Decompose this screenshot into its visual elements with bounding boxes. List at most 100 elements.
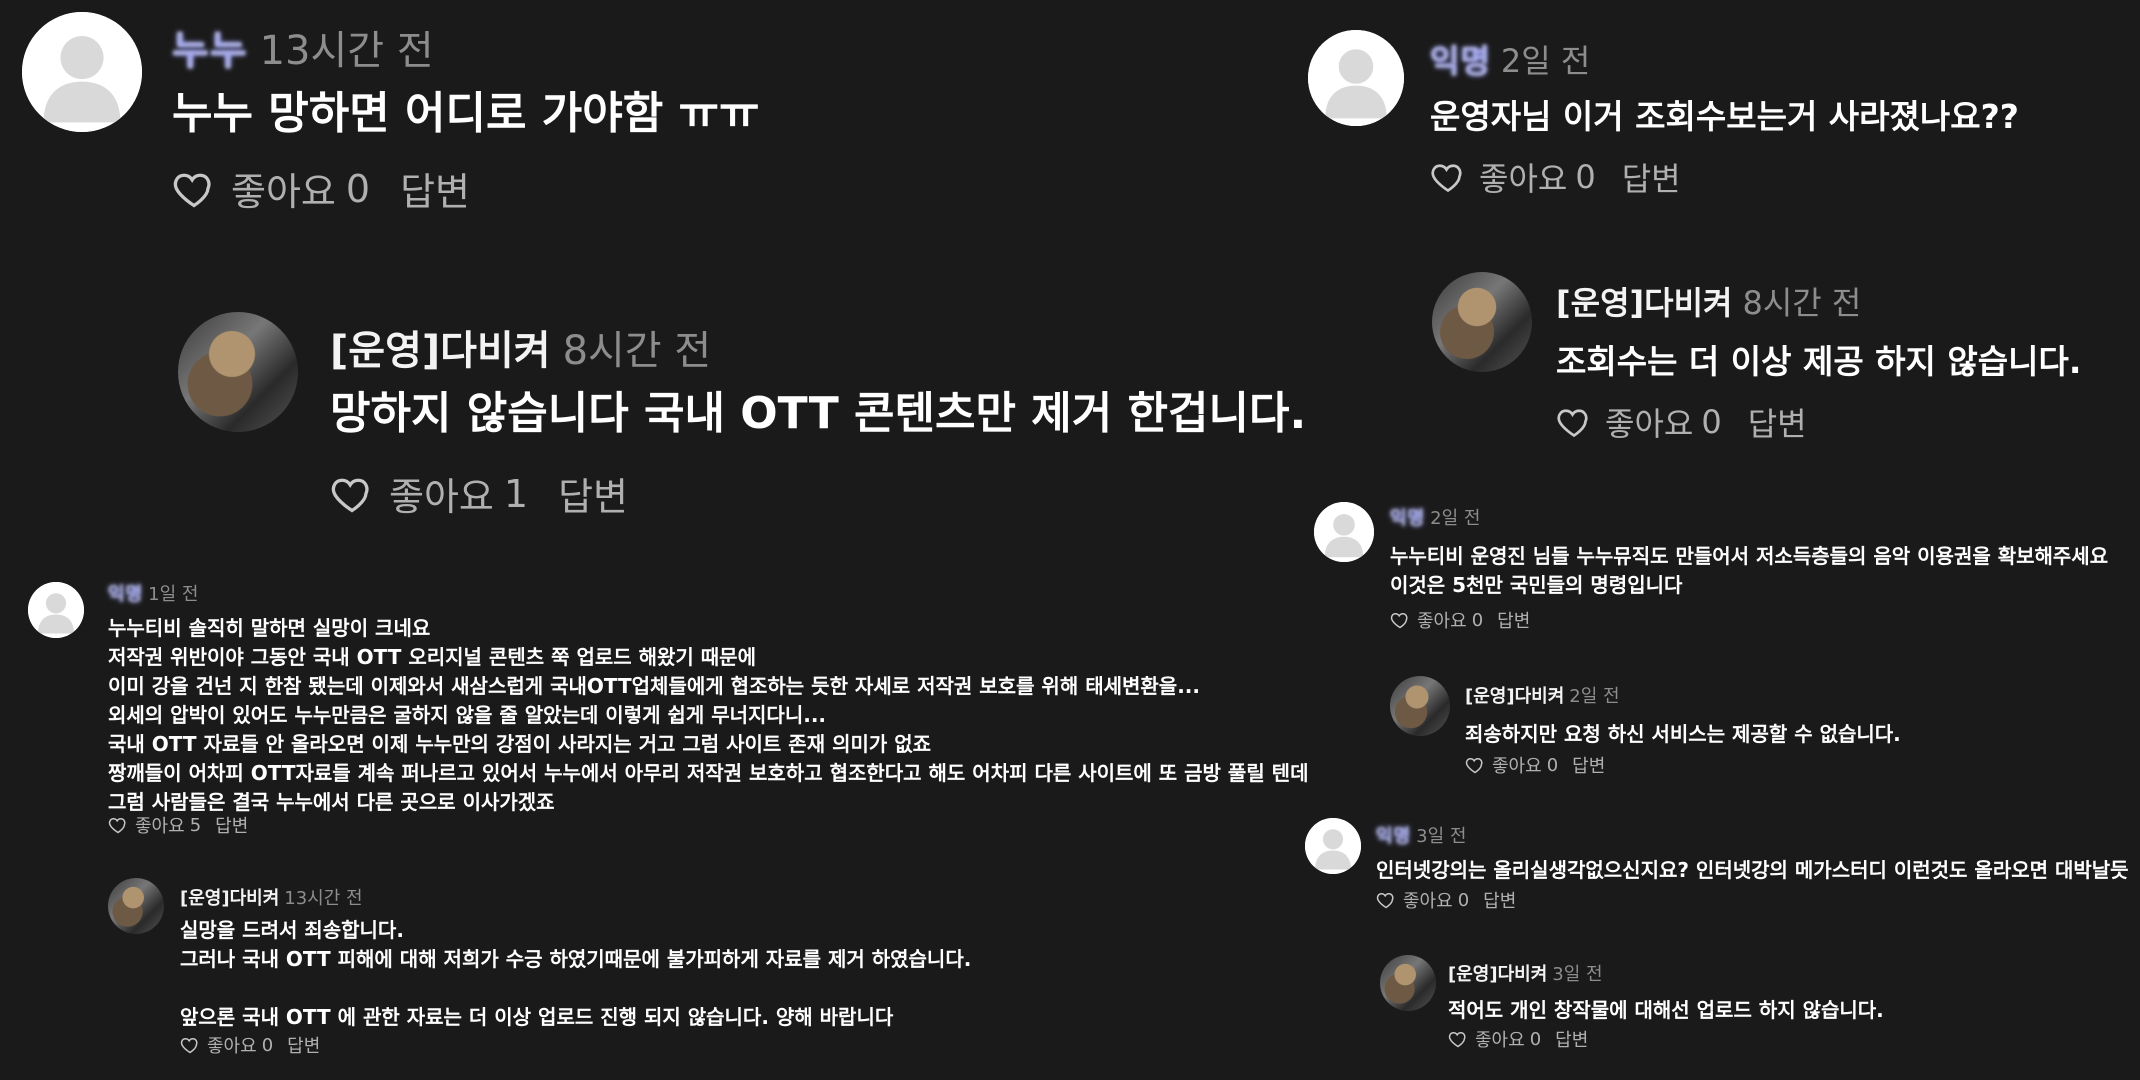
author-name[interactable]: [운영]다비켜 bbox=[330, 318, 551, 376]
avatar[interactable] bbox=[1305, 818, 1361, 874]
like-label: 좋아요 bbox=[389, 475, 494, 519]
comment-line: 적어도 개인 창작물에 대해선 업로드 하지 않습니다. bbox=[1448, 998, 1884, 1022]
reply-button[interactable]: 답변 bbox=[558, 466, 628, 521]
avatar[interactable] bbox=[108, 878, 164, 934]
comment-header: 누누 13시간 전 bbox=[172, 18, 434, 76]
author-name[interactable]: 익명 bbox=[1390, 504, 1425, 530]
comment-line: 누누티비 솔직히 말하면 실망이 크네요 bbox=[108, 616, 431, 640]
like-label: 좋아요 bbox=[1479, 160, 1568, 198]
author-name[interactable]: [운영]다비켜 bbox=[1465, 682, 1564, 708]
author-name[interactable]: 익명 bbox=[1430, 36, 1491, 82]
comment-header: 익명 3일 전 bbox=[1376, 822, 1466, 848]
reply-button[interactable]: 답변 bbox=[400, 161, 470, 216]
author-name[interactable]: [운영]다비켜 bbox=[1448, 960, 1547, 986]
reply-button[interactable]: 답변 bbox=[1748, 399, 1807, 445]
comment-text: 적어도 개인 창작물에 대해선 업로드 하지 않습니다. bbox=[1448, 996, 1884, 1025]
like-button[interactable]: 좋아요 0 bbox=[1465, 752, 1558, 778]
avatar[interactable] bbox=[1314, 502, 1374, 562]
reply-button[interactable]: 답변 bbox=[1483, 887, 1516, 913]
author-name[interactable]: 익명 bbox=[108, 580, 143, 606]
reply-button[interactable]: 답변 bbox=[287, 1032, 320, 1058]
like-label: 좋아요 bbox=[1417, 611, 1467, 632]
heart-icon bbox=[180, 1035, 200, 1055]
author-name[interactable]: 누누 bbox=[172, 18, 248, 76]
like-button[interactable]: 좋아요 5 bbox=[108, 812, 201, 838]
comment-line bbox=[180, 974, 971, 1003]
reply-button[interactable]: 답변 bbox=[1555, 1026, 1588, 1052]
comment-header: 익명 2일 전 bbox=[1430, 36, 1590, 82]
comment-header: [운영]다비켜 8시간 전 bbox=[330, 318, 711, 376]
like-button[interactable]: 좋아요 0 bbox=[180, 1032, 273, 1058]
comment-actions: 좋아요 0 답변 bbox=[180, 1032, 320, 1058]
timestamp: 8시간 전 bbox=[562, 328, 712, 374]
like-count: 0 bbox=[1701, 403, 1722, 441]
timestamp: 3일 전 bbox=[1416, 826, 1467, 847]
comment-actions: 좋아요 0 답변 bbox=[1465, 752, 1605, 778]
timestamp: 13시간 전 bbox=[284, 888, 363, 909]
avatar[interactable] bbox=[1380, 955, 1436, 1011]
avatar[interactable] bbox=[28, 582, 84, 638]
avatar[interactable] bbox=[1390, 676, 1450, 736]
heart-icon bbox=[172, 167, 216, 211]
like-count: 0 bbox=[345, 166, 371, 211]
comment-actions: 좋아요 0 답변 bbox=[1390, 607, 1530, 633]
like-button[interactable]: 좋아요 0 bbox=[1376, 887, 1469, 913]
reply-button[interactable]: 답변 bbox=[1622, 154, 1681, 200]
reply-button[interactable]: 답변 bbox=[215, 812, 248, 838]
timestamp: 2일 전 bbox=[1569, 686, 1620, 707]
comment-line: 누누 망하면 어디로 가야함 ㅠㅠ bbox=[172, 88, 760, 139]
comment-line: 국내 OTT 자료들 안 올라오면 이제 누누만의 강점이 사라지는 거고 그럼… bbox=[108, 732, 932, 756]
like-label: 좋아요 bbox=[1403, 891, 1453, 912]
like-button[interactable]: 좋아요 0 bbox=[1430, 154, 1596, 200]
comment-actions: 좋아요 0 답변 bbox=[1556, 399, 1807, 445]
like-button[interactable]: 좋아요 1 bbox=[330, 466, 528, 521]
comment-line: 앞으론 국내 OTT 에 관한 자료는 더 이상 업로드 진행 되지 않습니다.… bbox=[180, 1005, 894, 1029]
reply-button[interactable]: 답변 bbox=[1572, 752, 1605, 778]
comment-text: 누누티비 운영진 님들 누누뮤직도 만들어서 저소득층들의 음악 이용권을 확보… bbox=[1390, 542, 2108, 600]
timestamp: 1일 전 bbox=[148, 584, 199, 605]
comment-header: [운영]다비켜 13시간 전 bbox=[180, 884, 363, 910]
comment-text: 조회수는 더 이상 제공 하지 않습니다. bbox=[1556, 340, 2081, 384]
comment-actions: 좋아요 0 답변 bbox=[1430, 154, 1681, 200]
like-label: 좋아요 bbox=[207, 1036, 257, 1057]
heart-icon bbox=[330, 472, 374, 516]
comment-line: 짱깨들이 어차피 OTT자료들 계속 퍼나르고 있어서 누누에서 아무리 저작권… bbox=[108, 761, 1309, 785]
like-count: 0 bbox=[261, 1034, 274, 1056]
timestamp: 8시간 전 bbox=[1742, 284, 1862, 322]
like-count: 0 bbox=[1575, 158, 1596, 196]
avatar[interactable] bbox=[1308, 30, 1404, 126]
heart-icon bbox=[1376, 890, 1396, 910]
comment-header: [운영]다비켜 2일 전 bbox=[1465, 682, 1620, 708]
like-label: 좋아요 bbox=[1605, 405, 1694, 443]
comment-header: [운영]다비켜 3일 전 bbox=[1448, 960, 1603, 986]
comment-text: 누누티비 솔직히 말하면 실망이 크네요 저작권 위반이야 그동안 국내 OTT … bbox=[108, 614, 1308, 817]
author-name[interactable]: [운영]다비켜 bbox=[180, 884, 279, 910]
like-label: 좋아요 bbox=[1475, 1030, 1525, 1051]
like-label: 좋아요 bbox=[135, 816, 185, 837]
author-name[interactable]: 익명 bbox=[1376, 822, 1411, 848]
timestamp: 3일 전 bbox=[1552, 964, 1603, 985]
comment-line: 죄송하지만 요청 하신 서비스는 제공할 수 없습니다. bbox=[1465, 722, 1901, 746]
like-label: 좋아요 bbox=[231, 170, 336, 214]
like-button[interactable]: 좋아요 0 bbox=[172, 161, 370, 216]
like-count: 0 bbox=[1529, 1028, 1542, 1050]
comment-actions: 좋아요 1 답변 bbox=[330, 466, 628, 521]
comment-line: 운영자님 이거 조회수보는거 사라졌나요?? bbox=[1430, 97, 2019, 136]
comment-text: 망하지 않습니다 국내 OTT 콘텐츠만 제거 한겁니다. bbox=[330, 386, 1306, 442]
author-name[interactable]: [운영]다비켜 bbox=[1556, 278, 1732, 324]
comment-header: 익명 1일 전 bbox=[108, 580, 198, 606]
like-count: 0 bbox=[1471, 609, 1484, 631]
comment-text: 실망을 드려서 죄송합니다. 그러나 국내 OTT 피해에 대해 저희가 수긍 하… bbox=[180, 916, 971, 1032]
like-count: 1 bbox=[503, 471, 529, 516]
like-count: 0 bbox=[1457, 889, 1470, 911]
avatar[interactable] bbox=[178, 312, 298, 432]
reply-button[interactable]: 답변 bbox=[1497, 607, 1530, 633]
like-button[interactable]: 좋아요 0 bbox=[1556, 399, 1722, 445]
timestamp: 2일 전 bbox=[1500, 42, 1591, 80]
comment-line: 그러나 국내 OTT 피해에 대해 저희가 수긍 하였기때문에 불가피하게 자료… bbox=[180, 947, 972, 971]
like-button[interactable]: 좋아요 0 bbox=[1448, 1026, 1541, 1052]
avatar[interactable] bbox=[22, 12, 142, 132]
comment-line: 외세의 압박이 있어도 누누만큼은 굴하지 않을 줄 알았는데 이렇게 쉽게 무… bbox=[108, 703, 827, 727]
avatar[interactable] bbox=[1432, 272, 1532, 372]
like-button[interactable]: 좋아요 0 bbox=[1390, 607, 1483, 633]
